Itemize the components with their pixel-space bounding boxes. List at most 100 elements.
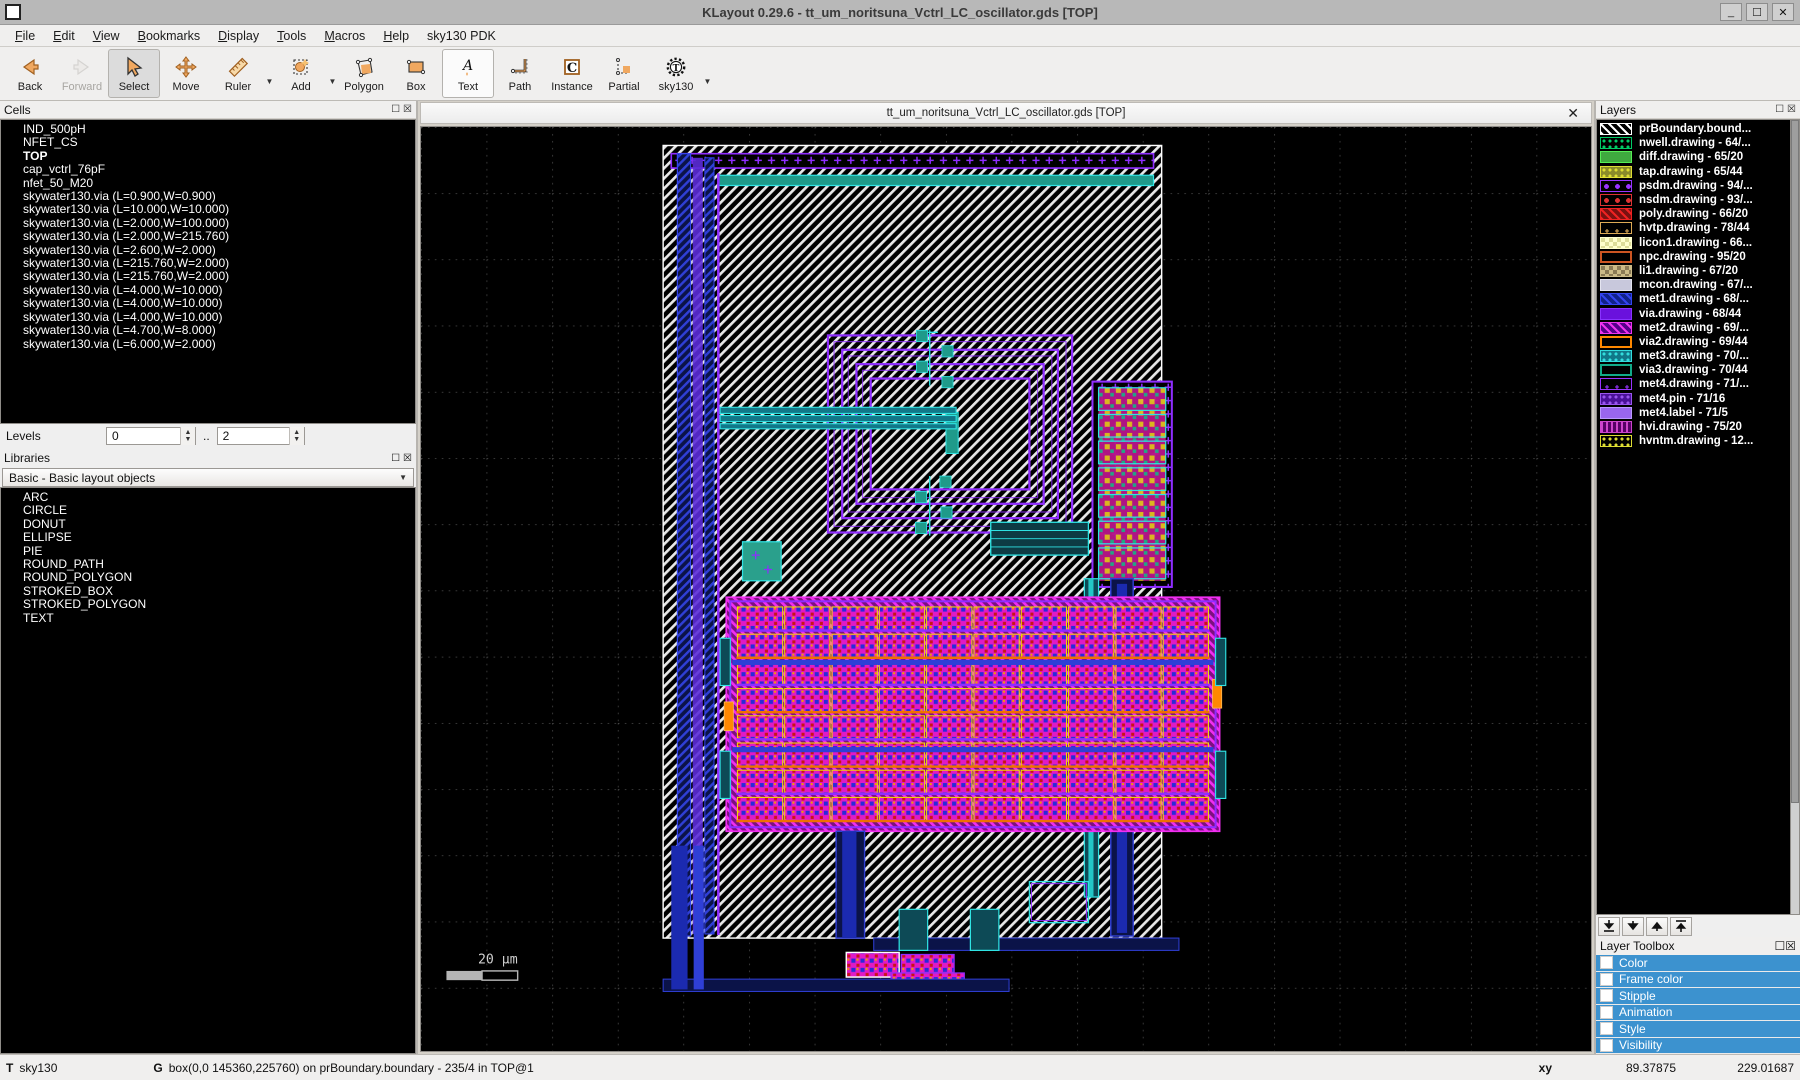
layers-scrollbar[interactable] [1790,120,1799,914]
layer-swatch[interactable] [1600,421,1632,433]
layer-swatch[interactable] [1600,251,1632,263]
cell-list-item[interactable]: TOP [1,150,415,163]
layer-swatch[interactable] [1600,237,1632,249]
toolbox-checkbox[interactable] [1600,1022,1613,1035]
layer-list-item[interactable]: met2.drawing - 69/... [1597,321,1799,335]
layer-swatch[interactable] [1600,194,1632,206]
float-icon[interactable]: ☐ [1775,104,1784,115]
layer-list-item[interactable]: psdm.drawing - 94/... [1597,179,1799,193]
cell-list-item[interactable]: skywater130.via (L=6.000,W=2.000) [1,338,415,351]
levels-from-spinner[interactable]: ▲▼ [180,427,195,445]
library-list-item[interactable]: ROUND_PATH [1,558,415,571]
cell-list-item[interactable]: skywater130.via (L=4.000,W=10.000) [1,311,415,324]
cell-list-item[interactable]: IND_500pH [1,123,415,136]
library-list-item[interactable]: DONUT [1,518,415,531]
tool-partial[interactable]: Partial [598,49,650,98]
toolbox-checkbox[interactable] [1600,989,1613,1002]
tool-add[interactable]: Add [275,49,327,98]
toolbox-checkbox[interactable] [1600,956,1613,969]
toolbox-row-stipple[interactable]: Stipple [1596,988,1800,1005]
close-icon[interactable]: ☒ [1785,939,1796,953]
layer-swatch[interactable] [1600,336,1632,348]
layer-list-item[interactable]: met4.label - 71/5 [1597,406,1799,420]
menu-file[interactable]: File [6,27,44,45]
layer-list-item[interactable]: nsdm.drawing - 93/... [1597,193,1799,207]
move-to-top-icon[interactable] [1670,917,1692,936]
toolbox-row-style[interactable]: Style [1596,1021,1800,1038]
menu-sky130-pdk[interactable]: sky130 PDK [418,27,505,45]
layer-list-item[interactable]: hvtp.drawing - 78/44 [1597,221,1799,235]
move-down-icon[interactable] [1622,917,1644,936]
toolbox-checkbox[interactable] [1600,1039,1613,1052]
layer-list-item[interactable]: hvntm.drawing - 12... [1597,434,1799,448]
layout-canvas[interactable]: 20 µm [420,126,1592,1052]
float-icon[interactable]: ☐ [1774,939,1785,953]
move-to-bottom-icon[interactable] [1598,917,1620,936]
library-list-item[interactable]: STROKED_BOX [1,585,415,598]
menu-help[interactable]: Help [374,27,418,45]
close-icon[interactable]: ☒ [403,104,412,115]
layer-swatch[interactable] [1600,166,1632,178]
cell-list-item[interactable]: skywater130.via (L=215.760,W=2.000) [1,257,415,270]
layer-swatch[interactable] [1600,393,1632,405]
menu-view[interactable]: View [84,27,129,45]
layer-swatch[interactable] [1600,222,1632,234]
tool-back[interactable]: Back [4,49,56,98]
layer-list-item[interactable]: poly.drawing - 66/20 [1597,207,1799,221]
layer-list-item[interactable]: prBoundary.bound... [1597,122,1799,136]
cell-list-item[interactable]: skywater130.via (L=10.000,W=10.000) [1,203,415,216]
layer-list-item[interactable]: nwell.drawing - 64/... [1597,136,1799,150]
toolbox-checkbox[interactable] [1600,1006,1613,1019]
layer-list-item[interactable]: npc.drawing - 95/20 [1597,250,1799,264]
close-icon[interactable]: ✕ [1567,105,1579,122]
layer-swatch[interactable] [1600,308,1632,320]
layer-swatch[interactable] [1600,137,1632,149]
tool-move[interactable]: Move [160,49,212,98]
layer-list-item[interactable]: tap.drawing - 65/44 [1597,165,1799,179]
tool-text[interactable]: AText [442,49,494,98]
cell-list-item[interactable]: skywater130.via (L=215.760,W=2.000) [1,270,415,283]
toolbox-row-color[interactable]: Color [1596,955,1800,972]
menu-edit[interactable]: Edit [44,27,84,45]
tool-ruler[interactable]: Ruler [212,49,264,98]
layer-list-item[interactable]: met3.drawing - 70/... [1597,349,1799,363]
layer-swatch[interactable] [1600,322,1632,334]
tool-path[interactable]: Path [494,49,546,98]
chevron-down-icon[interactable]: ▼ [264,49,275,98]
layer-swatch[interactable] [1600,265,1632,277]
cells-list[interactable]: IND_500pHNFET_CSTOPcap_vctrl_76pFnfet_50… [0,119,416,424]
layer-list-item[interactable]: met1.drawing - 68/... [1597,292,1799,306]
layer-list-item[interactable]: diff.drawing - 65/20 [1597,150,1799,164]
maximize-button[interactable]: ☐ [1746,3,1768,21]
tool-box[interactable]: Box [390,49,442,98]
toolbox-checkbox[interactable] [1600,973,1613,986]
layer-swatch[interactable] [1600,293,1632,305]
library-list-item[interactable]: STROKED_POLYGON [1,598,415,611]
float-icon[interactable]: ☐ [391,453,400,464]
minimize-button[interactable]: _ [1720,3,1742,21]
cell-list-item[interactable]: skywater130.via (L=0.900,W=0.900) [1,190,415,203]
layers-scroll-thumb[interactable] [1791,120,1799,803]
levels-to-input[interactable]: 2 ▲▼ [217,427,305,445]
cell-list-item[interactable]: skywater130.via (L=2.000,W=100.000) [1,217,415,230]
library-list-item[interactable]: ARC [1,491,415,504]
library-list-item[interactable]: ELLIPSE [1,531,415,544]
layer-swatch[interactable] [1600,407,1632,419]
close-icon[interactable]: ☒ [1787,104,1796,115]
layer-list-item[interactable]: via3.drawing - 70/44 [1597,363,1799,377]
libraries-list[interactable]: ARCCIRCLEDONUTELLIPSEPIEROUND_PATHROUND_… [0,487,416,1054]
layer-swatch[interactable] [1600,180,1632,192]
layer-swatch[interactable] [1600,364,1632,376]
tool-polygon[interactable]: Polygon [338,49,390,98]
layers-list[interactable]: prBoundary.bound...nwell.drawing - 64/..… [1596,119,1800,915]
levels-to-spinner[interactable]: ▲▼ [289,427,304,445]
layer-list-item[interactable]: via2.drawing - 69/44 [1597,335,1799,349]
move-up-icon[interactable] [1646,917,1668,936]
chevron-down-icon[interactable]: ▼ [327,49,338,98]
layer-swatch[interactable] [1600,208,1632,220]
library-list-item[interactable]: TEXT [1,612,415,625]
layer-swatch[interactable] [1600,123,1632,135]
library-list-item[interactable]: CIRCLE [1,504,415,517]
menu-tools[interactable]: Tools [268,27,315,45]
menu-macros[interactable]: Macros [315,27,374,45]
